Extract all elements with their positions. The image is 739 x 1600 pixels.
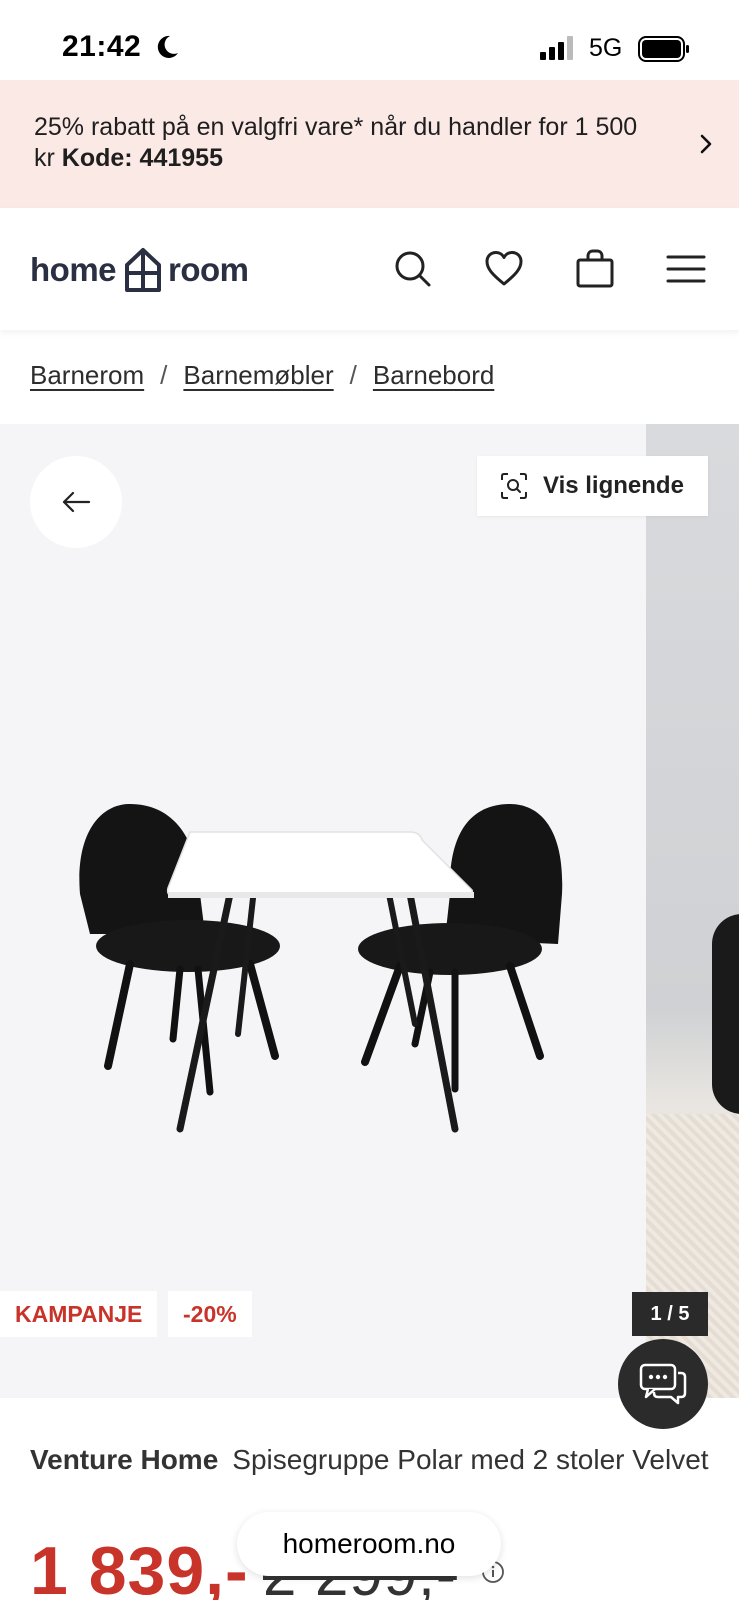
url-text: homeroom.no xyxy=(282,1528,456,1559)
breadcrumb-link-barnemobler[interactable]: Barnemøbler xyxy=(183,360,333,391)
show-similar-label: Vis lignende xyxy=(543,472,684,499)
promo-code: Kode: 441955 xyxy=(61,144,223,172)
arrow-left-icon xyxy=(62,491,91,513)
house-logo-icon xyxy=(125,248,162,292)
image-counter: 1 / 5 xyxy=(632,1292,708,1336)
battery-icon xyxy=(638,36,689,62)
product-gallery[interactable]: Vis lignende KAMPANJE -20% 1 / 5 xyxy=(0,424,739,1398)
chair-silhouette xyxy=(712,914,739,1114)
product-title: Venture Home Spisegruppe Polar med 2 stol… xyxy=(30,1440,720,1479)
visual-search-icon xyxy=(501,473,527,499)
breadcrumb-separator: / xyxy=(160,360,168,390)
discount-badge: -20% xyxy=(168,1291,252,1337)
product-name: Spisegruppe Polar med 2 stoler Velvet xyxy=(232,1444,709,1475)
campaign-badge: KAMPANJE xyxy=(0,1291,158,1337)
show-similar-button[interactable]: Vis lignende xyxy=(477,456,708,516)
chat-button[interactable] xyxy=(618,1339,708,1429)
status-bar: 21:42 5G xyxy=(0,0,739,80)
breadcrumb: Barnerom / Barnemøbler / Barnebord xyxy=(30,360,494,391)
product-brand[interactable]: Venture Home xyxy=(30,1444,218,1475)
signal-icon xyxy=(540,36,573,60)
next-product-image-peek[interactable] xyxy=(646,424,739,1398)
status-time: 21:42 xyxy=(62,30,142,63)
browser-url-bar[interactable]: homeroom.no xyxy=(237,1512,501,1576)
promo-banner[interactable]: 25% rabatt på en valgfri vare* når du ha… xyxy=(0,80,739,208)
search-icon[interactable] xyxy=(392,248,434,290)
menu-icon[interactable] xyxy=(665,248,707,290)
breadcrumb-separator: / xyxy=(349,360,357,390)
chat-bubbles-icon xyxy=(639,1363,687,1405)
breadcrumb-link-barnebord[interactable]: Barnebord xyxy=(373,360,494,391)
chevron-right-icon[interactable] xyxy=(698,132,714,156)
site-header: home room xyxy=(0,208,739,330)
heart-icon[interactable] xyxy=(483,248,525,290)
logo-text-left: home xyxy=(30,251,117,288)
current-price: 1 839,- xyxy=(30,1533,249,1600)
shopping-bag-icon[interactable] xyxy=(574,248,616,290)
promo-text: 25% rabatt på en valgfri vare* når du ha… xyxy=(34,113,638,172)
logo-text-right: room xyxy=(168,251,249,288)
moon-icon xyxy=(157,35,178,58)
back-button[interactable] xyxy=(30,456,122,548)
breadcrumb-link-barnerom[interactable]: Barnerom xyxy=(30,360,144,391)
homeroom-logo[interactable]: home room xyxy=(30,246,249,294)
network-type: 5G xyxy=(589,34,623,62)
product-image xyxy=(79,804,563,1133)
